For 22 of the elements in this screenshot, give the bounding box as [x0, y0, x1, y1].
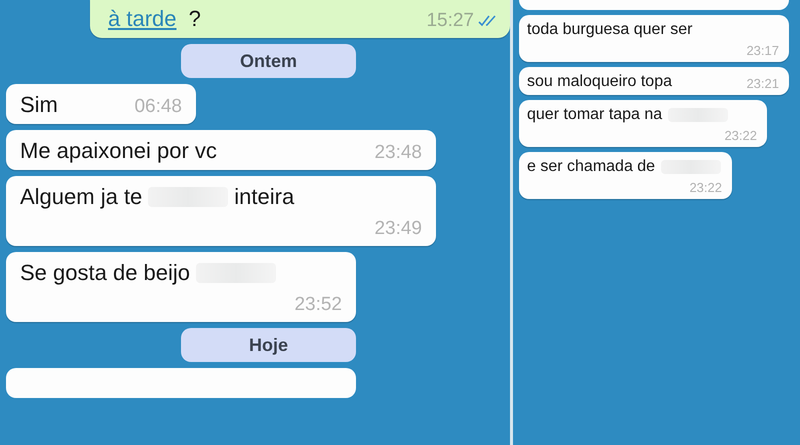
message-time: 06:48 — [134, 96, 182, 118]
date-label: Hoje — [181, 328, 356, 362]
message-text: ? — [188, 6, 201, 32]
message-time: 23:17 — [746, 43, 779, 58]
message-text: Alguem ja te — [20, 184, 142, 210]
message-time: 23:22 — [724, 128, 757, 143]
message-time: 23:49 — [374, 218, 422, 240]
message-time: 23:52 — [294, 294, 342, 316]
date-label: Ontem — [181, 44, 356, 78]
message-text: e ser chamada de — [527, 158, 656, 176]
message-text: Me apaixonei por vc — [20, 138, 217, 164]
message-time: 23:21 — [746, 76, 779, 91]
message-text: quer tomar tapa na — [527, 106, 662, 124]
message-text: Sim — [20, 92, 58, 118]
message-text: sou maloqueiro topa — [527, 73, 672, 91]
message-text: inteira — [234, 184, 294, 210]
message-time: 15:27 — [426, 10, 474, 32]
link[interactable]: à tarde — [108, 6, 176, 32]
message-text: Se gosta de beijo — [20, 260, 190, 286]
message-time: 23:48 — [374, 142, 422, 164]
message-text: toda burguesa quer ser — [527, 21, 692, 39]
message-time: 23:22 — [689, 180, 722, 195]
